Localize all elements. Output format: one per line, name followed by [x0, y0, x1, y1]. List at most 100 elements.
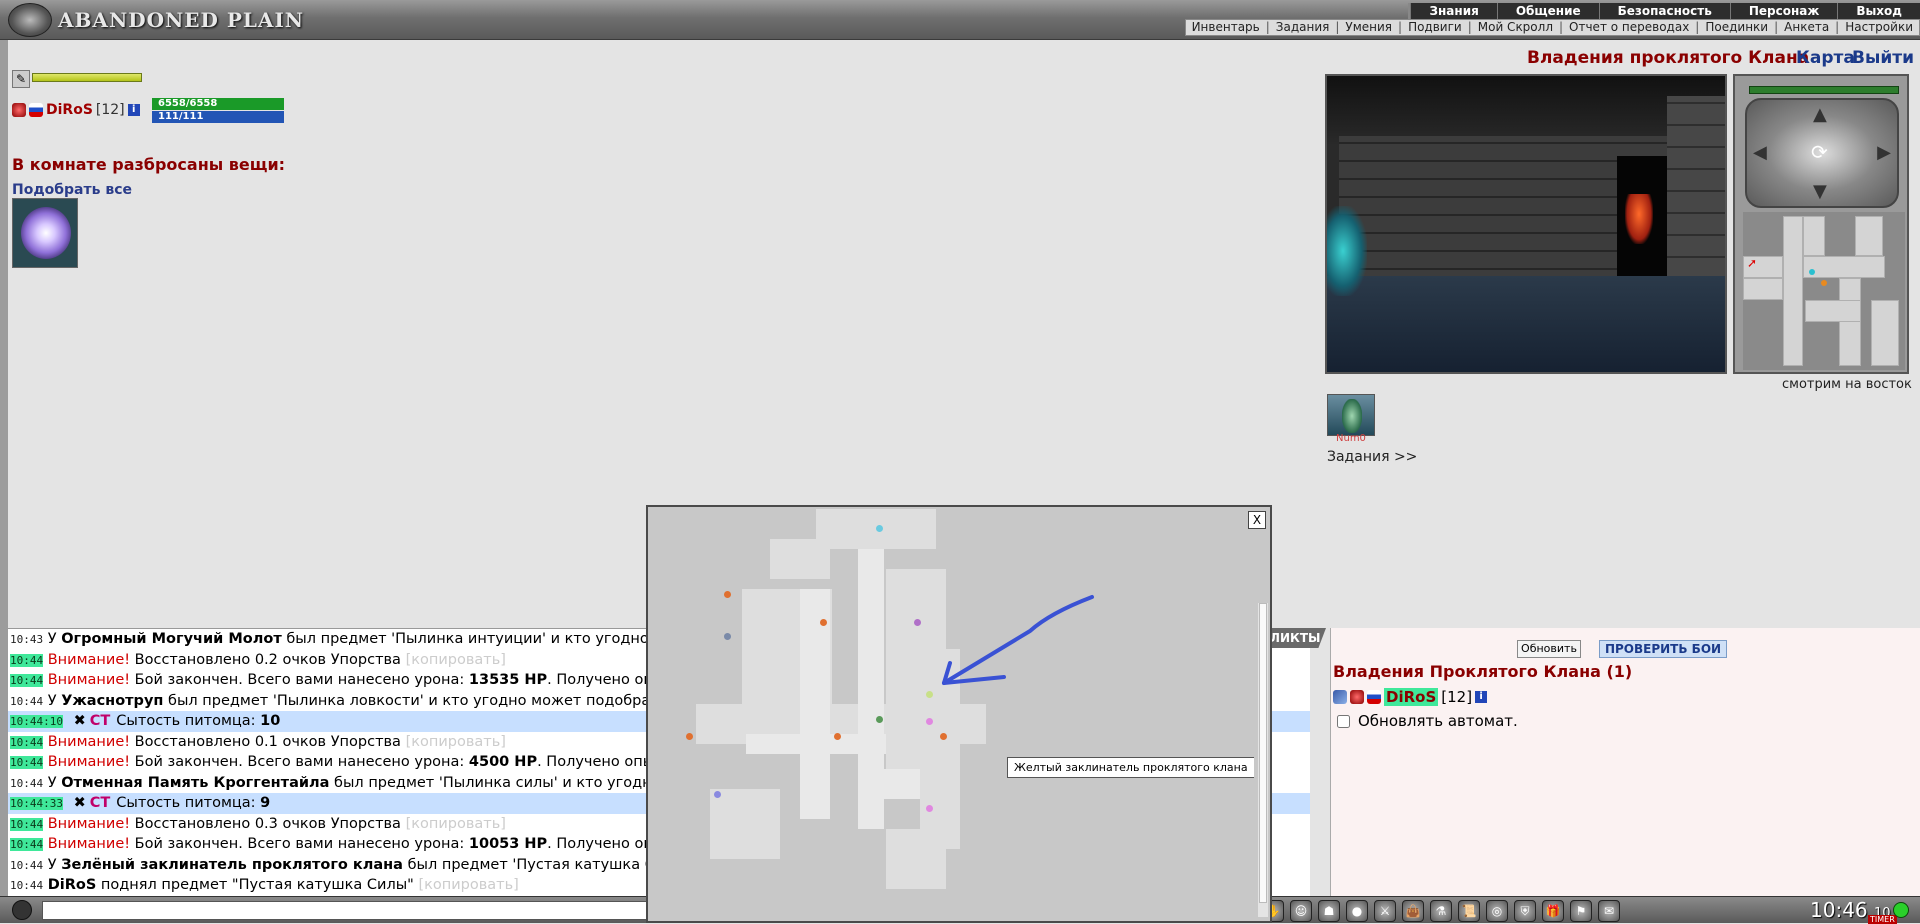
submenu-my-scroll[interactable]: Мой Скролл — [1472, 20, 1559, 35]
minimap-corridor — [1805, 300, 1861, 322]
local-minimap[interactable]: ➚ — [1743, 212, 1905, 370]
chat-text: Внимание! — [47, 754, 131, 770]
mask-icon[interactable]: ☗ — [1318, 899, 1340, 922]
npc-figure[interactable] — [1625, 194, 1653, 244]
player-name[interactable]: DiRoS — [46, 102, 93, 118]
submenu-skills[interactable]: Умения — [1339, 20, 1398, 35]
chat-timestamp: 10:44:10 — [10, 715, 63, 728]
arrow-forward-icon[interactable]: ▲ — [1813, 104, 1827, 125]
map-monster-marker-icon[interactable] — [724, 591, 731, 598]
ring-icon[interactable]: ◎ — [1486, 899, 1508, 922]
submenu-profile[interactable]: Анкета — [1778, 20, 1835, 35]
submenu-duels[interactable]: Поединки — [1699, 20, 1774, 35]
map-monster-marker-icon[interactable] — [714, 791, 721, 798]
map-monster-marker-icon[interactable] — [724, 633, 731, 640]
map-monster-marker-icon[interactable] — [926, 718, 933, 725]
submenu-settings[interactable]: Настройки — [1839, 20, 1919, 35]
chat-text: Огромный Могучий Молот — [61, 631, 282, 647]
chat-timestamp: 10:44:33 — [10, 797, 63, 810]
close-message-icon[interactable]: ✖ — [74, 795, 86, 811]
arrow-left-icon[interactable]: ◀ — [1753, 142, 1767, 163]
submenu-achievements[interactable]: Подвиги — [1402, 20, 1468, 35]
chat-timestamp: 10:44 — [10, 756, 44, 769]
gift-icon[interactable]: 🎁 — [1542, 899, 1564, 922]
map-corridor — [710, 789, 780, 859]
copy-link[interactable]: [копировать] — [406, 652, 506, 668]
note-icon[interactable]: ✉ — [1598, 899, 1620, 922]
orb-icon[interactable]: ● — [1346, 899, 1368, 922]
bag-icon[interactable]: 👜 — [1402, 899, 1424, 922]
map-monster-marker-icon[interactable] — [914, 619, 921, 626]
map-monster-marker-icon[interactable] — [926, 805, 933, 812]
chat-text: Бой закончен. Всего вами нанесено урона: — [130, 836, 469, 852]
potion-icon[interactable]: ⚗ — [1430, 899, 1452, 922]
dungeon-map[interactable]: Желтый заклинатель проклятого клана — [650, 509, 1254, 921]
minimap-player-marker-icon: ➚ — [1747, 256, 1758, 270]
map-scrollbar[interactable] — [1258, 603, 1268, 917]
check-fights-button[interactable]: ПРОВЕРИТЬ БОИ — [1599, 640, 1727, 658]
dust-orb-icon — [21, 207, 71, 259]
submenu-inventory[interactable]: Инвентарь — [1186, 20, 1266, 35]
mp-bar: 111/111 — [152, 111, 284, 123]
room-items-title: В комнате разбросаны вещи: — [12, 155, 286, 174]
submenu-transfer-report[interactable]: Отчет о переводах — [1563, 20, 1695, 35]
refresh-button[interactable]: Обновить — [1517, 640, 1581, 658]
quick-icons: ✋ ☺ ☗ ● ⚔ 👜 ⚗ 📜 ◎ ⛨ 🎁 ⚑ ✉ — [1262, 899, 1620, 922]
minimap-corridor — [1855, 216, 1883, 256]
pet-avatar[interactable] — [1327, 394, 1375, 436]
arrow-back-icon[interactable]: ▼ — [1813, 181, 1827, 202]
pickup-all-link[interactable]: Подобрать все — [12, 182, 132, 198]
minimap-corridor — [1871, 300, 1899, 366]
chat-text: Внимание! — [47, 651, 131, 668]
map-monster-marker-icon[interactable] — [686, 733, 693, 740]
menu-exit[interactable]: Выход — [1837, 3, 1920, 19]
sword-icon[interactable]: ⚔ — [1374, 899, 1396, 922]
map-monster-marker-icon[interactable] — [940, 733, 947, 740]
map-scroll-thumb[interactable] — [1259, 603, 1267, 903]
dungeon-view[interactable] — [1325, 74, 1727, 374]
exit-link[interactable]: Выйти — [1852, 48, 1914, 68]
copy-link[interactable]: [копировать] — [418, 877, 518, 893]
menu-character[interactable]: Персонаж — [1729, 3, 1837, 19]
copy-link[interactable]: [копировать] — [406, 734, 506, 750]
quests-link[interactable]: Задания >> — [1327, 449, 1417, 465]
chat-mode-icon[interactable] — [12, 900, 32, 920]
submenu-quests[interactable]: Задания — [1270, 20, 1336, 35]
menu-security[interactable]: Безопасность — [1598, 3, 1730, 19]
location-player-name[interactable]: DiRoS — [1384, 688, 1439, 706]
map-monster-marker-icon[interactable] — [876, 525, 883, 532]
map-monster-marker-icon[interactable] — [876, 716, 883, 723]
chat-timestamp: 10:44 — [10, 858, 44, 872]
scroll-icon[interactable]: 📜 — [1458, 899, 1480, 922]
view-floor — [1327, 276, 1725, 372]
flag-icon[interactable]: ⚑ — [1570, 899, 1592, 922]
arrow-right-icon[interactable]: ▶ — [1877, 142, 1891, 163]
group-icon[interactable] — [1333, 690, 1347, 704]
auto-update-checkbox[interactable] — [1337, 714, 1350, 728]
chat-text: 10 — [260, 713, 281, 729]
tool-icon[interactable]: ✎ — [12, 70, 30, 88]
compass-control[interactable]: ▲ ◀ ▶ ▼ ⟳ — [1745, 98, 1899, 208]
copy-link[interactable]: [копировать] — [406, 816, 506, 832]
close-message-icon[interactable]: ✖ — [74, 713, 86, 729]
shield-icon[interactable]: ⛨ — [1514, 899, 1536, 922]
map-close-button[interactable]: X — [1248, 511, 1266, 529]
map-monster-marker-icon[interactable] — [820, 619, 827, 626]
menu-communication[interactable]: Общение — [1496, 3, 1599, 19]
chat-text: DiRoS — [47, 877, 97, 893]
map-link[interactable]: Карта — [1796, 48, 1855, 68]
minimap-corridor — [1803, 256, 1885, 278]
menu-knowledge[interactable]: Знания — [1410, 3, 1496, 19]
map-monster-marker-icon[interactable] — [834, 733, 841, 740]
flag-ru-icon — [29, 103, 43, 117]
player-info-icon[interactable]: i — [127, 104, 140, 116]
face-icon[interactable]: ☺ — [1290, 899, 1312, 922]
auto-update-row: Обновлять автомат. — [1337, 712, 1518, 730]
chat-text: У — [47, 774, 62, 791]
refresh-center-icon[interactable]: ⟳ — [1811, 140, 1828, 164]
room-item-dust[interactable] — [12, 198, 78, 268]
minimap-item-marker-icon — [1821, 280, 1827, 286]
sub-menu: Инвентарь | Задания | Умения | Подвиги | Мой… — [1184, 19, 1920, 36]
annotation-arrow-icon — [942, 595, 1094, 685]
location-player-info-icon[interactable]: i — [1475, 691, 1488, 703]
